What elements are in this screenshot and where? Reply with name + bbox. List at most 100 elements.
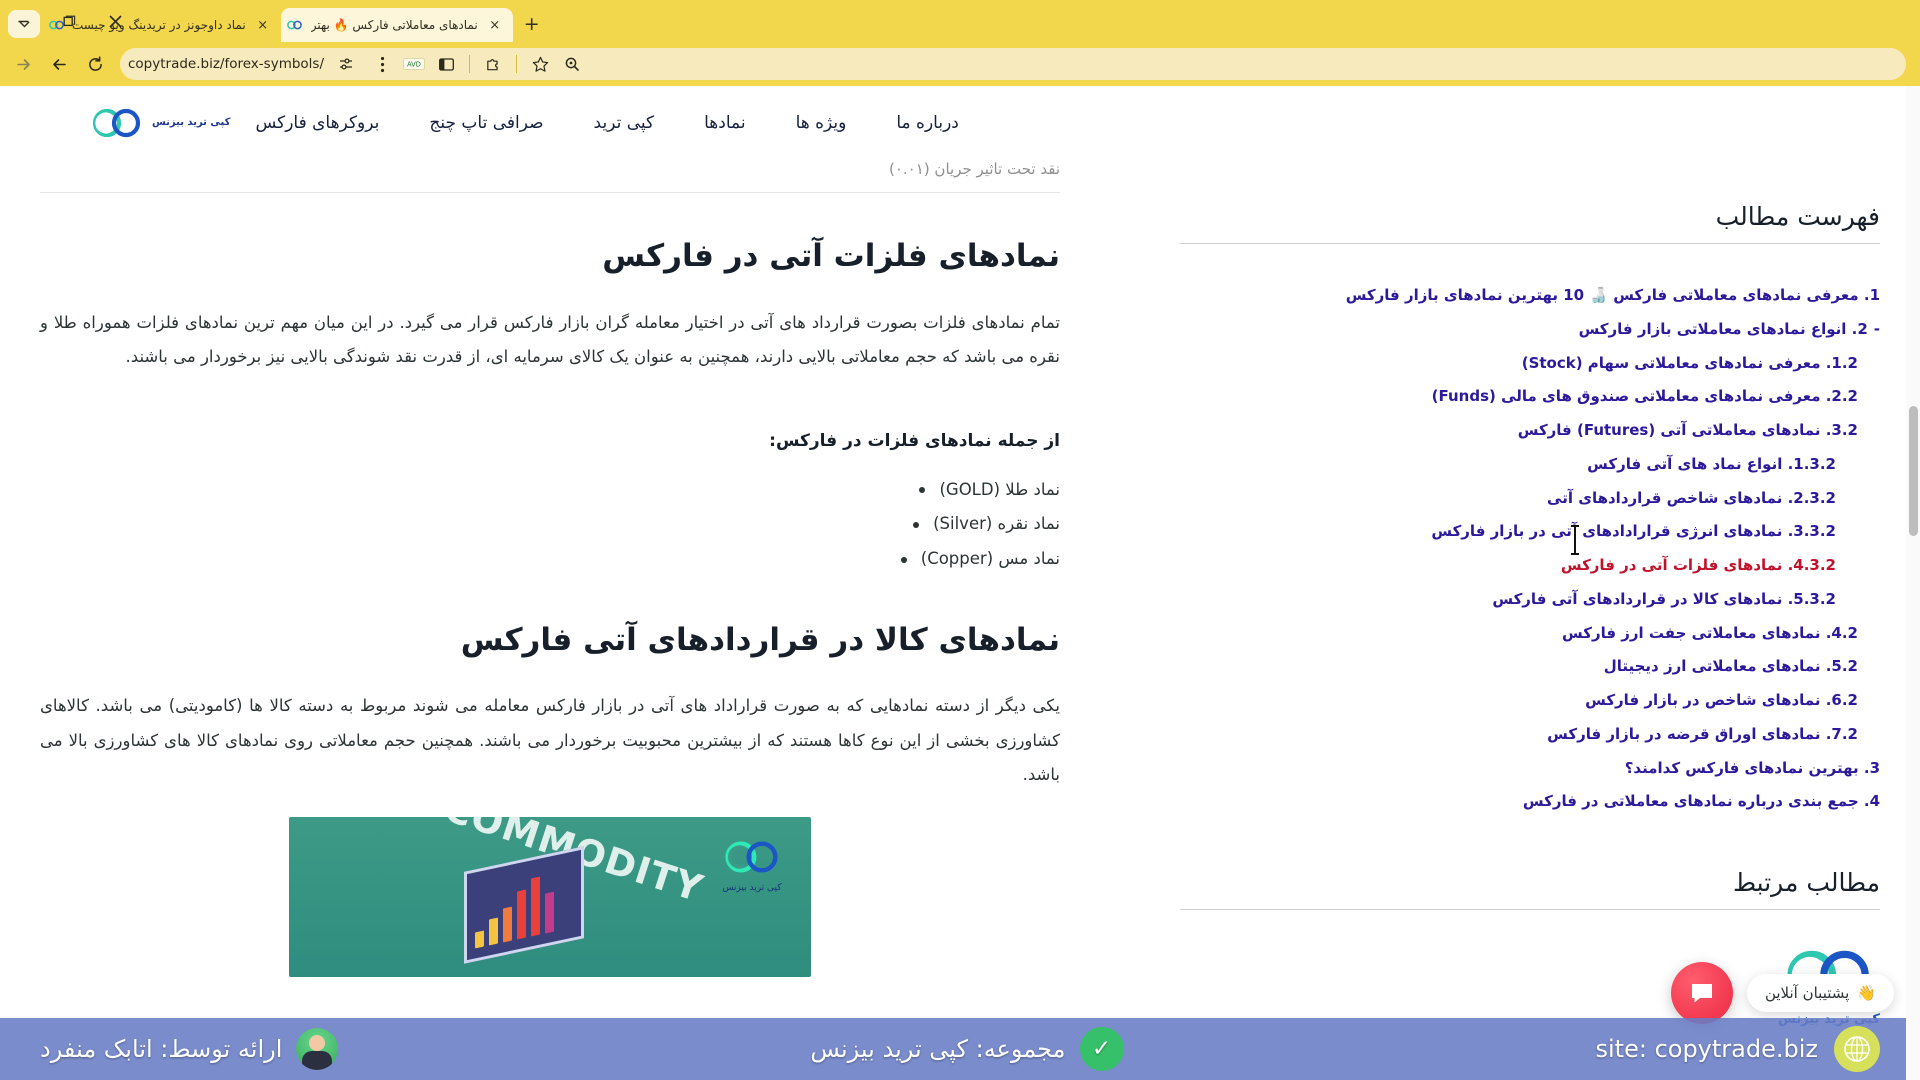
clipped-paragraph: نقد تحت تاثیر جریان (۰.۰۱)	[40, 160, 1060, 186]
article-column: نقد تحت تاثیر جریان (۰.۰۱) نمادهای فلزات…	[0, 160, 1120, 1027]
toc-link[interactable]: 5.3.2. نمادهای کالا در قراردادهای آتی فا…	[1492, 590, 1836, 608]
list-item[interactable]: 5.3.2. نمادهای کالا در قراردادهای آتی فا…	[1180, 588, 1880, 611]
related-posts-title: مطالب مرتبط	[1180, 824, 1880, 910]
divider	[40, 192, 1060, 193]
site-logo[interactable]: کپی ترید بیزنس	[90, 105, 230, 141]
toc-link[interactable]: 3.2. نمادهای معاملاتی آتی (Futures) فارک…	[1518, 421, 1858, 439]
globe-icon	[1834, 1026, 1880, 1072]
list-item: نماد مس (Copper)	[40, 542, 1060, 577]
sidebar-toggle-icon[interactable]	[432, 50, 460, 78]
nav-item-exchange[interactable]: صرافی تاپ چنج	[404, 107, 568, 139]
search-icon[interactable]	[558, 50, 586, 78]
toc-link[interactable]: 1.2. معرفی نمادهای معاملاتی سهام (Stock)	[1522, 354, 1858, 372]
page-scrollbar[interactable]	[1906, 86, 1920, 1080]
presenter-overlay-bar: ارائه توسط: اتابک منفرد مجموعه: کپی ترید…	[0, 1018, 1920, 1080]
toc-link[interactable]: 4. جمع بندی درباره نمادهای معاملاتی در ف…	[1523, 792, 1880, 810]
list-item[interactable]: 4. جمع بندی درباره نمادهای معاملاتی در ف…	[1180, 790, 1880, 813]
toc-link[interactable]: 2.2. معرفی نمادهای معاملاتی صندوق های ما…	[1432, 387, 1858, 405]
list-item-label: نماد نقره (Silver)	[933, 507, 1060, 542]
browser-window: نماد داوجونز در تریدینگ ویو چیست × نماده…	[0, 0, 1920, 1080]
chat-icon	[1689, 981, 1715, 1005]
toc-link[interactable]: 7.2. نمادهای اوراق قرضه در بازار فارکس	[1547, 725, 1858, 743]
browser-tab-active[interactable]: نمادهای معاملاتی فارکس 🔥 بهتر ×	[281, 8, 513, 42]
article-heading-commodities: نمادهای کالا در قراردادهای آتی فارکس	[40, 617, 1060, 664]
toc-link[interactable]: 6.2. نمادهای شاخص در بازار فارکس	[1585, 691, 1858, 709]
browser-tab[interactable]: نماد داوجونز در تریدینگ ویو چیست ×	[42, 8, 281, 42]
infinity-logo-icon	[90, 105, 144, 141]
list-item[interactable]: 5.2. نمادهای معاملاتی ارز دیجیتال	[1180, 655, 1880, 678]
nav-item-symbols[interactable]: نمادها	[679, 107, 770, 139]
support-widget[interactable]: پشتیبان آنلاین 👋	[1671, 962, 1894, 1024]
list-item-label: نماد طلا (GOLD)	[939, 473, 1060, 508]
nav-item-about[interactable]: درباره ما	[871, 107, 984, 139]
site-icon	[287, 17, 303, 33]
commodity-banner-image: کپی ترید بیزنس COMMODITY	[289, 817, 811, 977]
toc-link[interactable]: 1. معرفی نمادهای معاملاتی فارکس 🍶 10 بهت…	[1346, 286, 1880, 304]
scrollbar-thumb[interactable]	[1909, 406, 1918, 536]
toc-title: فهرست مطالب	[1180, 160, 1880, 244]
list-item[interactable]: -2. انواع نمادهای معاملاتی بازار فارکس	[1180, 318, 1880, 341]
list-item[interactable]: 6.2. نمادهای شاخص در بازار فارکس	[1180, 689, 1880, 712]
list-item[interactable]: 1.2. معرفی نمادهای معاملاتی سهام (Stock)	[1180, 352, 1880, 375]
site-icon	[48, 17, 64, 33]
bullet-icon	[913, 522, 919, 528]
nav-item-copytrade[interactable]: کپی ترید	[569, 107, 680, 139]
list-item: نماد طلا (GOLD)	[40, 473, 1060, 508]
tab-strip: نماد داوجونز در تریدینگ ویو چیست × نماده…	[0, 0, 1920, 42]
list-item[interactable]: 3. بهترین نمادهای فارکس کدامند؟	[1180, 757, 1880, 780]
presenter-avatar	[296, 1028, 338, 1070]
reload-icon[interactable]	[78, 47, 112, 81]
list-item[interactable]: 7.2. نمادهای اوراق قرضه در بازار فارکس	[1180, 723, 1880, 746]
banner-logo: کپی ترید بیزنس	[721, 837, 783, 893]
page-viewport: کپی ترید بیزنس بروکرهای فارکس صرافی تاپ …	[0, 86, 1920, 1080]
overlay-collection: مجموعه: کپی ترید بیزنس ✓	[810, 1027, 1123, 1071]
site-settings-icon[interactable]	[332, 50, 360, 78]
list-item[interactable]: 4.2. نمادهای معاملاتی جفت ارز فارکس	[1180, 622, 1880, 645]
overlay-site: site: copytrade.biz	[1596, 1026, 1881, 1072]
support-label-pill[interactable]: پشتیبان آنلاین 👋	[1747, 974, 1894, 1012]
toc-link[interactable]: 4.2. نمادهای معاملاتی جفت ارز فارکس	[1562, 624, 1858, 642]
close-icon[interactable]: ×	[254, 16, 272, 34]
list-item[interactable]: 1.3.2. انواع نماد های آتی فارکس	[1180, 453, 1880, 476]
list-item[interactable]: 2.2. معرفی نمادهای معاملاتی صندوق های ما…	[1180, 385, 1880, 408]
chat-bubble-button[interactable]	[1671, 962, 1733, 1024]
close-icon[interactable]: ×	[486, 16, 504, 34]
forward-arrow-icon[interactable]	[6, 47, 40, 81]
toc-link[interactable]: 2. انواع نمادهای معاملاتی بازار فارکس	[1579, 320, 1868, 338]
site-nav: بروکرهای فارکس صرافی تاپ چنج کپی ترید نم…	[230, 107, 983, 139]
list-item[interactable]: 3.2. نمادهای معاملاتی آتی (Futures) فارک…	[1180, 419, 1880, 442]
bookmark-star-icon[interactable]	[526, 50, 554, 78]
toc-link[interactable]: 2.3.2. نمادهای شاخص قراردادهای آتی	[1547, 489, 1836, 507]
list-item-current[interactable]: 4.3.2. نمادهای فلزات آتی در فارکس	[1180, 554, 1880, 577]
site-logo-text: کپی ترید بیزنس	[152, 117, 230, 128]
wave-hand-icon: 👋	[1857, 984, 1876, 1002]
browser-menu-icon[interactable]	[368, 50, 396, 78]
collapse-toggle-icon[interactable]: -	[1874, 320, 1880, 338]
overlay-presenter-text: ارائه توسط: اتابک منفرد	[40, 1035, 282, 1063]
address-bar[interactable]: copytrade.biz/forex-symbols/	[120, 48, 1906, 80]
back-arrow-icon[interactable]	[42, 47, 76, 81]
extensions-puzzle-icon[interactable]	[479, 50, 507, 78]
list-item[interactable]: 1. معرفی نمادهای معاملاتی فارکس 🍶 10 بهت…	[1180, 284, 1880, 307]
browser-toolbar: copytrade.biz/forex-symbols/	[0, 42, 1920, 86]
toc-link[interactable]: 5.2. نمادهای معاملاتی ارز دیجیتال	[1604, 657, 1858, 675]
nav-item-brokers[interactable]: بروکرهای فارکس	[230, 107, 404, 139]
list-item[interactable]: 3.3.2. نمادهای انرژی قرارادادهای آتی در …	[1180, 520, 1880, 543]
toc-link[interactable]: 3. بهترین نمادهای فارکس کدامند؟	[1625, 759, 1880, 777]
profile-avatar-icon[interactable]: AVD	[400, 50, 428, 78]
svg-text:AVD: AVD	[407, 61, 421, 69]
divider	[469, 55, 470, 73]
bullet-icon	[919, 487, 925, 493]
support-label: پشتیبان آنلاین	[1765, 984, 1849, 1002]
table-of-contents: 1. معرفی نمادهای معاملاتی فارکس 🍶 10 بهت…	[1180, 284, 1880, 814]
sidebar-column: فهرست مطالب 1. معرفی نمادهای معاملاتی فا…	[1120, 160, 1920, 1027]
toc-link[interactable]: 3.3.2. نمادهای انرژی قرارادادهای آتی در …	[1431, 522, 1836, 540]
new-tab-button[interactable]: +	[517, 9, 547, 39]
minimize-window-button[interactable]	[0, 0, 46, 42]
list-item: نماد نقره (Silver)	[40, 507, 1060, 542]
list-item[interactable]: 2.3.2. نمادهای شاخص قراردادهای آتی	[1180, 487, 1880, 510]
toc-link-current[interactable]: 4.3.2. نمادهای فلزات آتی در فارکس	[1561, 556, 1836, 574]
metals-symbol-list: نماد طلا (GOLD) نماد نقره (Silver) نماد …	[40, 473, 1060, 577]
nav-item-specials[interactable]: ویژه ها	[771, 107, 872, 139]
toc-link[interactable]: 1.3.2. انواع نماد های آتی فارکس	[1587, 455, 1836, 473]
